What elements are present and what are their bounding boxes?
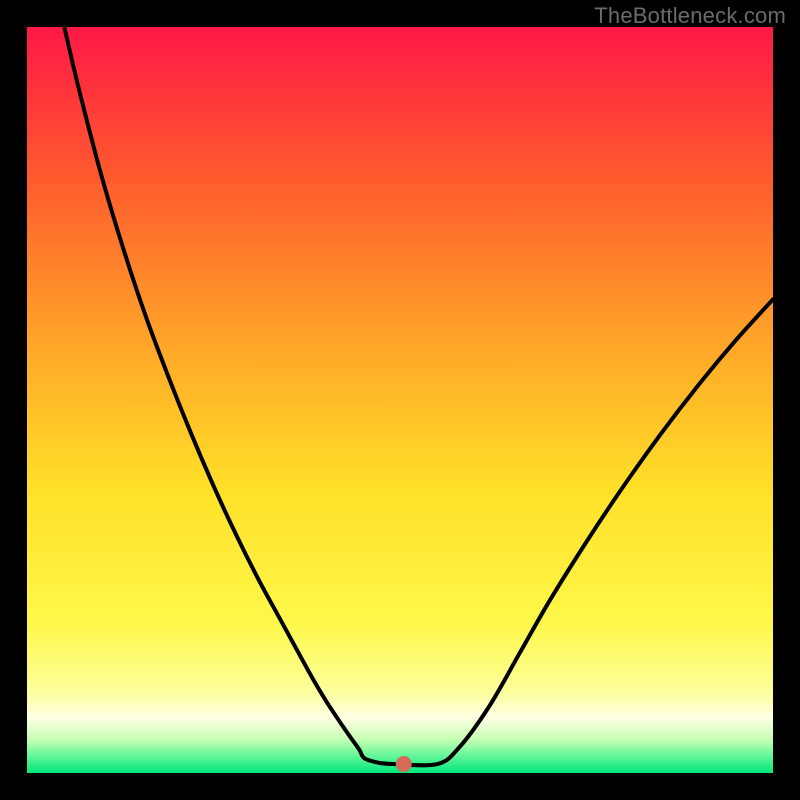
watermark-text: TheBottleneck.com (594, 3, 786, 29)
chart-svg (27, 27, 773, 773)
chart-plot-area (27, 27, 773, 773)
chart-background (27, 27, 773, 773)
marker-dot (396, 756, 412, 772)
chart-frame: TheBottleneck.com (0, 0, 800, 800)
